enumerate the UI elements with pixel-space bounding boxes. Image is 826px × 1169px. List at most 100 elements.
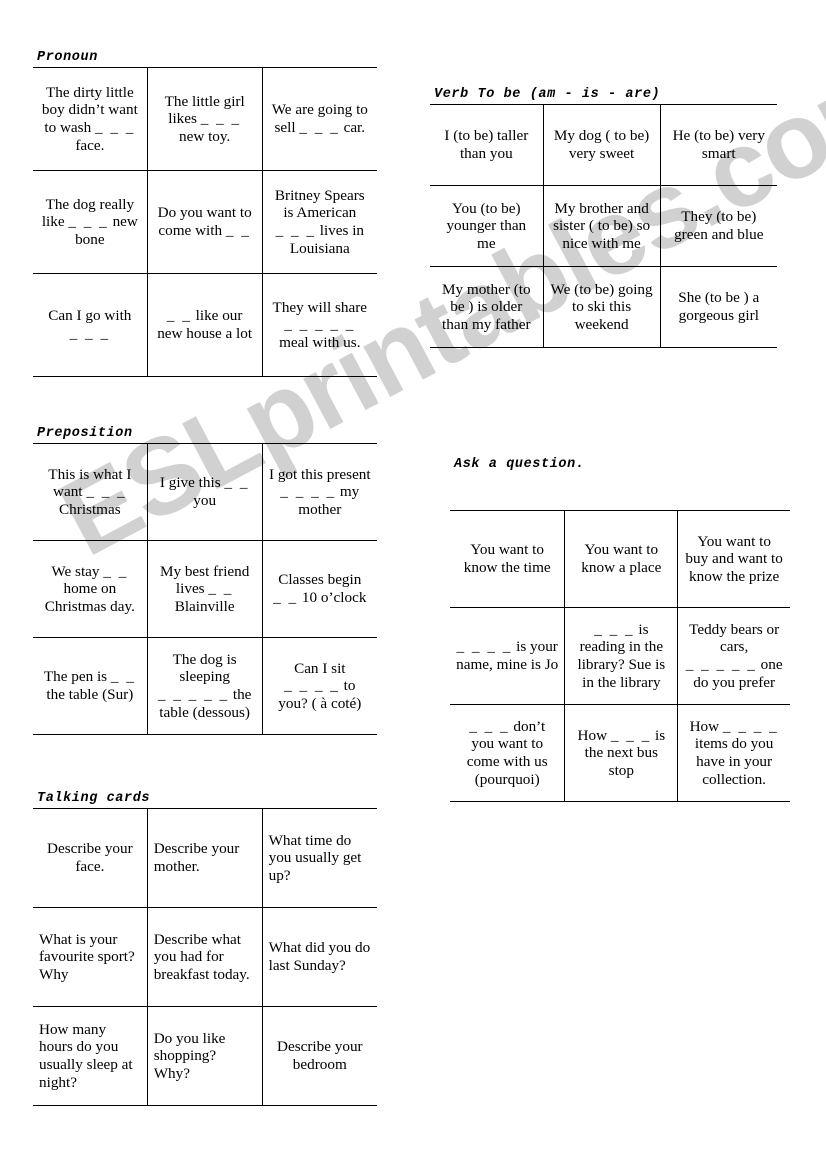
blank-line: _ _ bbox=[224, 474, 250, 492]
card-cell: Do you like shopping? Why? bbox=[146, 1006, 263, 1106]
blank-line: _ _ _ bbox=[299, 119, 340, 136]
section-preposition: Preposition This is what I want _ _ _ Ch… bbox=[33, 426, 377, 735]
card-cell: Describe your face. bbox=[33, 808, 148, 908]
blank-line: _ _ _ bbox=[200, 110, 242, 128]
table-row: My mother (to be ) is older than my fath… bbox=[430, 266, 777, 348]
blank-line: _ _ _ _ bbox=[280, 483, 337, 501]
blank-line: _ _ _ bbox=[69, 325, 111, 342]
card-cell: She (to be ) a gorgeous girl bbox=[659, 266, 777, 348]
card-cell: Do you want to come with _ _ bbox=[146, 170, 263, 274]
blank-line: _ _ _ _ _ bbox=[157, 686, 230, 703]
card-cell: The pen is _ _ the table (Sur) bbox=[33, 637, 148, 735]
card-cell: The dog really like _ _ _ new bone bbox=[33, 170, 148, 274]
table-row: _ _ _ _ is your name, mine is Jo _ _ _ i… bbox=[450, 607, 790, 705]
table-row: We stay _ _ home on Christmas day. My be… bbox=[33, 540, 377, 638]
card-cell: Can I go with _ _ _ bbox=[33, 273, 148, 377]
card-cell: We are going to sell _ _ _ car. bbox=[261, 67, 377, 171]
blank-line: _ _ _ _ bbox=[456, 638, 513, 656]
card-cell: Classes begin _ _ 10 o’clock bbox=[261, 540, 377, 638]
table-row: _ _ _ don’t you want to come with us (po… bbox=[450, 704, 790, 802]
card-cell: You want to know a place bbox=[564, 510, 679, 608]
section-title-ask-a-question: Ask a question. bbox=[454, 457, 585, 472]
card-cell: They will share _ _ _ _ _ meal with us. bbox=[261, 273, 377, 377]
blank-line: _ _ _ bbox=[275, 222, 316, 239]
card-cell: You want to buy and want to know the pri… bbox=[677, 510, 790, 608]
card-cell: My dog ( to be) very sweet bbox=[542, 104, 661, 186]
cards-table-pronoun: The dirty little boy didn’t want to wash… bbox=[33, 67, 377, 377]
table-row: I (to be) taller than you My dog ( to be… bbox=[430, 104, 777, 186]
card-cell: _ _ _ is reading in the library? Sue is … bbox=[564, 607, 679, 705]
blank-line: _ _ _ _ bbox=[722, 717, 779, 735]
card-cell: How _ _ _ is the next bus stop bbox=[564, 704, 679, 802]
card-cell: We stay _ _ home on Christmas day. bbox=[33, 540, 148, 638]
blank-line: _ _ bbox=[166, 307, 192, 325]
table-row: Describe your face. Describe your mother… bbox=[33, 808, 377, 908]
table-row: This is what I want _ _ _ Christmas I gi… bbox=[33, 443, 377, 541]
card-cell: How many hours do you usually sleep at n… bbox=[33, 1006, 148, 1106]
card-cell: He (to be) very smart bbox=[659, 104, 777, 186]
card-cell: This is what I want _ _ _ Christmas bbox=[33, 443, 148, 541]
table-row: The dirty little boy didn’t want to wash… bbox=[33, 67, 377, 171]
card-cell: _ _ _ don’t you want to come with us (po… bbox=[450, 704, 566, 802]
card-cell: Describe your bedroom bbox=[261, 1006, 377, 1106]
card-cell: You (to be) younger than me bbox=[430, 185, 544, 267]
card-cell: The little girl likes _ _ _ new toy. bbox=[146, 67, 263, 171]
table-row: You (to be) younger than me My brother a… bbox=[430, 185, 777, 267]
cards-table-preposition: This is what I want _ _ _ Christmas I gi… bbox=[33, 443, 377, 735]
card-cell: You want to know the time bbox=[450, 510, 566, 608]
card-cell: Britney Spears is American _ _ _ lives i… bbox=[261, 170, 377, 274]
card-cell: The dirty little boy didn’t want to wash… bbox=[33, 67, 148, 171]
blank-line: _ _ _ bbox=[86, 483, 127, 501]
blank-line: _ _ bbox=[103, 562, 129, 580]
blank-line: _ _ _ bbox=[94, 119, 136, 136]
card-cell: Describe your mother. bbox=[146, 808, 263, 908]
table-row: Can I go with _ _ _ _ _ like our new hou… bbox=[33, 273, 377, 377]
card-cell: My best friend lives _ _ Blainville bbox=[146, 540, 263, 638]
section-title-pronoun: Pronoun bbox=[37, 50, 98, 65]
section-title-talking-cards: Talking cards bbox=[37, 791, 151, 806]
table-row: You want to know the time You want to kn… bbox=[450, 510, 790, 608]
blank-line: _ _ bbox=[110, 668, 136, 686]
cards-table-talking-cards: Describe your face. Describe your mother… bbox=[33, 808, 377, 1106]
cards-table-verb-to-be: I (to be) taller than you My dog ( to be… bbox=[430, 104, 777, 348]
section-ask-a-question: Ask a question. You want to know the tim… bbox=[450, 457, 790, 802]
blank-line: _ _ _ _ _ bbox=[685, 656, 757, 673]
card-cell: Can I sit _ _ _ _ to you? ( à coté) bbox=[261, 637, 377, 735]
blank-line: _ _ _ _ _ bbox=[284, 316, 356, 334]
table-row: The dog really like _ _ _ new bone Do yo… bbox=[33, 170, 377, 274]
table-row: How many hours do you usually sleep at n… bbox=[33, 1006, 377, 1106]
blank-line: _ _ bbox=[225, 222, 251, 239]
card-cell: I got this present _ _ _ _ my mother bbox=[261, 443, 377, 541]
table-row: The pen is _ _ the table (Sur) The dog i… bbox=[33, 637, 377, 735]
blank-line: _ _ _ bbox=[610, 726, 652, 744]
card-cell: My brother and sister ( to be) so nice w… bbox=[542, 185, 661, 267]
card-cell: _ _ _ _ is your name, mine is Jo bbox=[450, 607, 566, 705]
cards-table-ask-a-question: You want to know the time You want to kn… bbox=[450, 510, 790, 802]
section-title-verb-to-be: Verb To be (am - is - are) bbox=[434, 87, 661, 102]
blank-line: _ _ bbox=[208, 580, 234, 598]
card-cell: What did you do last Sunday? bbox=[261, 907, 377, 1007]
section-verb-to-be: Verb To be (am - is - are) I (to be) tal… bbox=[430, 87, 777, 348]
card-cell: _ _ like our new house a lot bbox=[146, 273, 263, 377]
card-cell: What time do you usually get up? bbox=[261, 808, 377, 908]
table-row: What is your favourite sport? Why Descri… bbox=[33, 907, 377, 1007]
card-cell: The dog is sleeping _ _ _ _ _ the table … bbox=[146, 637, 263, 735]
blank-line: _ _ _ bbox=[68, 213, 109, 231]
card-cell: Describe what you had for breakfast toda… bbox=[146, 907, 263, 1007]
section-title-preposition: Preposition bbox=[37, 426, 133, 441]
card-cell: I give this _ _ you bbox=[146, 443, 263, 541]
worksheet-page: Pronoun The dirty little boy didn’t want… bbox=[0, 0, 826, 1169]
section-talking-cards: Talking cards Describe your face. Descri… bbox=[33, 791, 377, 1106]
card-cell: They (to be) green and blue bbox=[659, 185, 777, 267]
card-cell: My mother (to be ) is older than my fath… bbox=[430, 266, 544, 348]
card-cell: Teddy bears or cars, _ _ _ _ _ one do yo… bbox=[677, 607, 790, 705]
blank-line: _ _ _ _ bbox=[284, 677, 340, 695]
section-pronoun: Pronoun The dirty little boy didn’t want… bbox=[33, 50, 377, 377]
blank-line: _ _ bbox=[273, 589, 299, 606]
card-cell: We (to be) going to ski this weekend bbox=[542, 266, 661, 348]
card-cell: What is your favourite sport? Why bbox=[33, 907, 148, 1007]
blank-line: _ _ _ bbox=[594, 620, 635, 638]
blank-line: _ _ _ bbox=[469, 717, 510, 735]
card-cell: I (to be) taller than you bbox=[430, 104, 544, 186]
card-cell: How _ _ _ _ items do you have in your co… bbox=[677, 704, 790, 802]
